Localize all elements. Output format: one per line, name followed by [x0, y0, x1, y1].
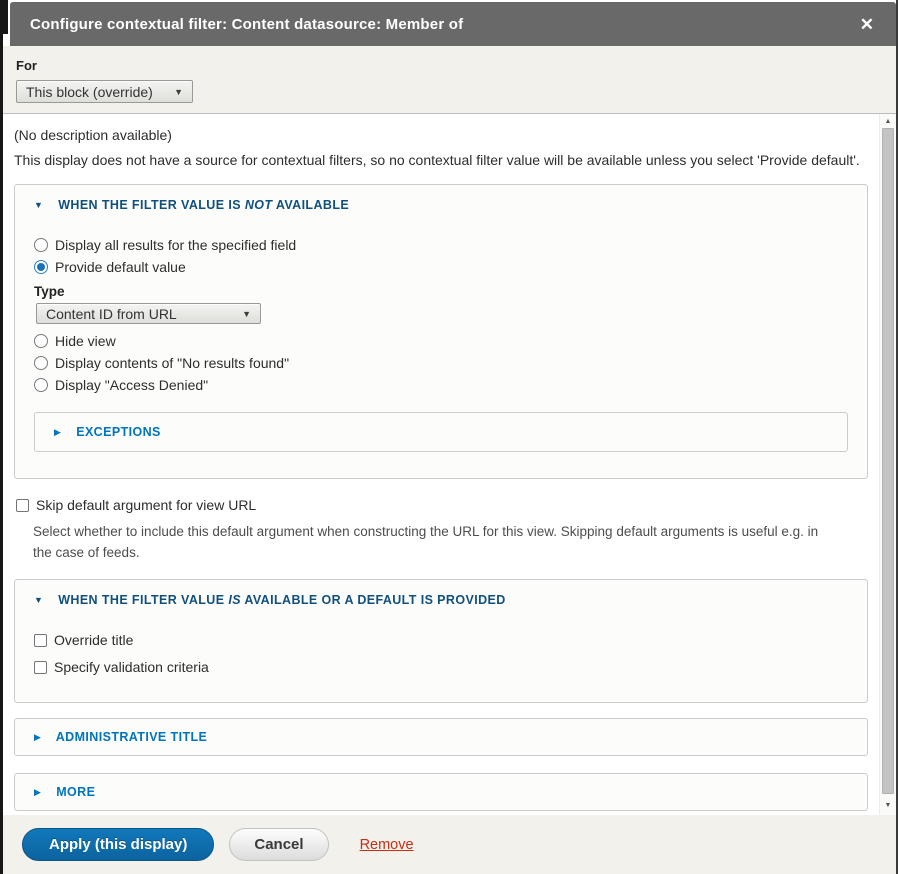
legend-emphasis: IS — [228, 593, 241, 607]
legend-text: AVAILABLE OR A DEFAULT IS PROVIDED — [244, 593, 505, 607]
radio-label: Hide view — [55, 333, 116, 349]
for-section: For This block (override) ▼ — [3, 46, 896, 114]
legend-text: MORE — [56, 785, 95, 799]
legend-text: ADMINISTRATIVE TITLE — [56, 730, 208, 744]
legend-administrative-title[interactable]: ▶ ADMINISTRATIVE TITLE — [34, 730, 848, 744]
fieldset-administrative-title: ▶ ADMINISTRATIVE TITLE — [14, 718, 868, 756]
radio-display-all-results[interactable]: Display all results for the specified fi… — [34, 234, 848, 256]
scroll-up-icon[interactable]: ▲ — [880, 114, 896, 128]
cancel-button[interactable]: Cancel — [229, 828, 328, 861]
radio-provide-default-value[interactable]: Provide default value — [34, 256, 848, 278]
no-description-text: (No description available) — [14, 127, 868, 143]
configure-contextual-filter-dialog: Configure contextual filter: Content dat… — [0, 0, 898, 874]
page-background-corner — [0, 0, 8, 34]
collapse-closed-icon: ▶ — [34, 787, 41, 797]
checkbox-specify-validation-criteria[interactable]: Specify validation criteria — [34, 656, 848, 678]
for-label: For — [16, 58, 896, 73]
page-background-edge — [0, 0, 3, 874]
scrollbar[interactable]: ▲ ▼ — [879, 114, 896, 815]
radio-display-no-results[interactable]: Display contents of "No results found" — [34, 352, 848, 374]
fieldset-more: ▶ MORE — [14, 773, 868, 811]
radio-icon[interactable] — [34, 378, 48, 392]
radio-label: Display "Access Denied" — [55, 377, 208, 393]
default-type-select[interactable]: Content ID from URL ▼ — [36, 303, 261, 324]
fieldset-filter-value-available: ▼ WHEN THE FILTER VALUE IS AVAILABLE OR … — [14, 579, 868, 703]
legend-filter-value-not-available[interactable]: ▼ WHEN THE FILTER VALUE IS NOT AVAILABLE — [34, 198, 848, 212]
fieldset-exceptions: ▶ EXCEPTIONS — [34, 412, 848, 452]
collapse-closed-icon: ▶ — [54, 427, 61, 437]
collapse-open-icon: ▼ — [34, 595, 43, 605]
skip-default-description: Select whether to include this default a… — [33, 521, 828, 563]
dialog-titlebar[interactable]: Configure contextual filter: Content dat… — [10, 2, 896, 46]
dialog-title: Configure contextual filter: Content dat… — [30, 16, 463, 33]
remove-link[interactable]: Remove — [360, 837, 414, 853]
radio-icon[interactable] — [34, 260, 48, 274]
legend-filter-value-available[interactable]: ▼ WHEN THE FILTER VALUE IS AVAILABLE OR … — [34, 593, 848, 607]
checkbox-label: Specify validation criteria — [54, 659, 209, 675]
radio-icon[interactable] — [34, 238, 48, 252]
radio-icon[interactable] — [34, 334, 48, 348]
collapse-closed-icon: ▶ — [34, 732, 41, 742]
radio-label: Display all results for the specified fi… — [55, 237, 296, 253]
for-select[interactable]: This block (override) ▼ — [16, 80, 193, 103]
collapse-open-icon: ▼ — [34, 200, 43, 210]
close-icon[interactable]: ✕ — [854, 12, 880, 37]
radio-icon[interactable] — [34, 356, 48, 370]
legend-exceptions[interactable]: ▶ EXCEPTIONS — [54, 425, 828, 439]
apply-button[interactable]: Apply (this display) — [22, 828, 214, 861]
checkbox-label: Override title — [54, 632, 133, 648]
checkbox-skip-default-argument[interactable]: Skip default argument for view URL — [16, 495, 868, 515]
legend-text: EXCEPTIONS — [76, 425, 161, 439]
checkbox-icon[interactable] — [16, 499, 29, 512]
fieldset-filter-value-not-available: ▼ WHEN THE FILTER VALUE IS NOT AVAILABLE… — [14, 184, 868, 479]
checkbox-override-title[interactable]: Override title — [34, 629, 848, 651]
radio-hide-view[interactable]: Hide view — [34, 330, 848, 352]
chevron-down-icon: ▼ — [242, 309, 251, 319]
dialog-content: (No description available) This display … — [3, 114, 879, 815]
display-note-text: This display does not have a source for … — [14, 151, 868, 169]
checkbox-icon[interactable] — [34, 634, 47, 647]
scrollbar-thumb[interactable] — [882, 128, 894, 794]
scroll-down-icon[interactable]: ▼ — [880, 798, 896, 812]
checkbox-icon[interactable] — [34, 661, 47, 674]
legend-text: WHEN THE FILTER VALUE IS — [58, 198, 241, 212]
type-label: Type — [34, 284, 848, 299]
dialog-footer: Apply (this display) Cancel Remove — [3, 815, 896, 874]
radio-label: Provide default value — [55, 259, 186, 275]
legend-more[interactable]: ▶ MORE — [34, 785, 848, 799]
legend-emphasis: NOT — [245, 198, 273, 212]
legend-text: AVAILABLE — [276, 198, 349, 212]
chevron-down-icon: ▼ — [174, 87, 183, 97]
legend-text: WHEN THE FILTER VALUE — [58, 593, 224, 607]
radio-display-access-denied[interactable]: Display "Access Denied" — [34, 374, 848, 396]
for-select-value: This block (override) — [26, 84, 153, 100]
radio-label: Display contents of "No results found" — [55, 355, 289, 371]
type-select-value: Content ID from URL — [46, 306, 177, 322]
checkbox-label: Skip default argument for view URL — [36, 497, 256, 513]
